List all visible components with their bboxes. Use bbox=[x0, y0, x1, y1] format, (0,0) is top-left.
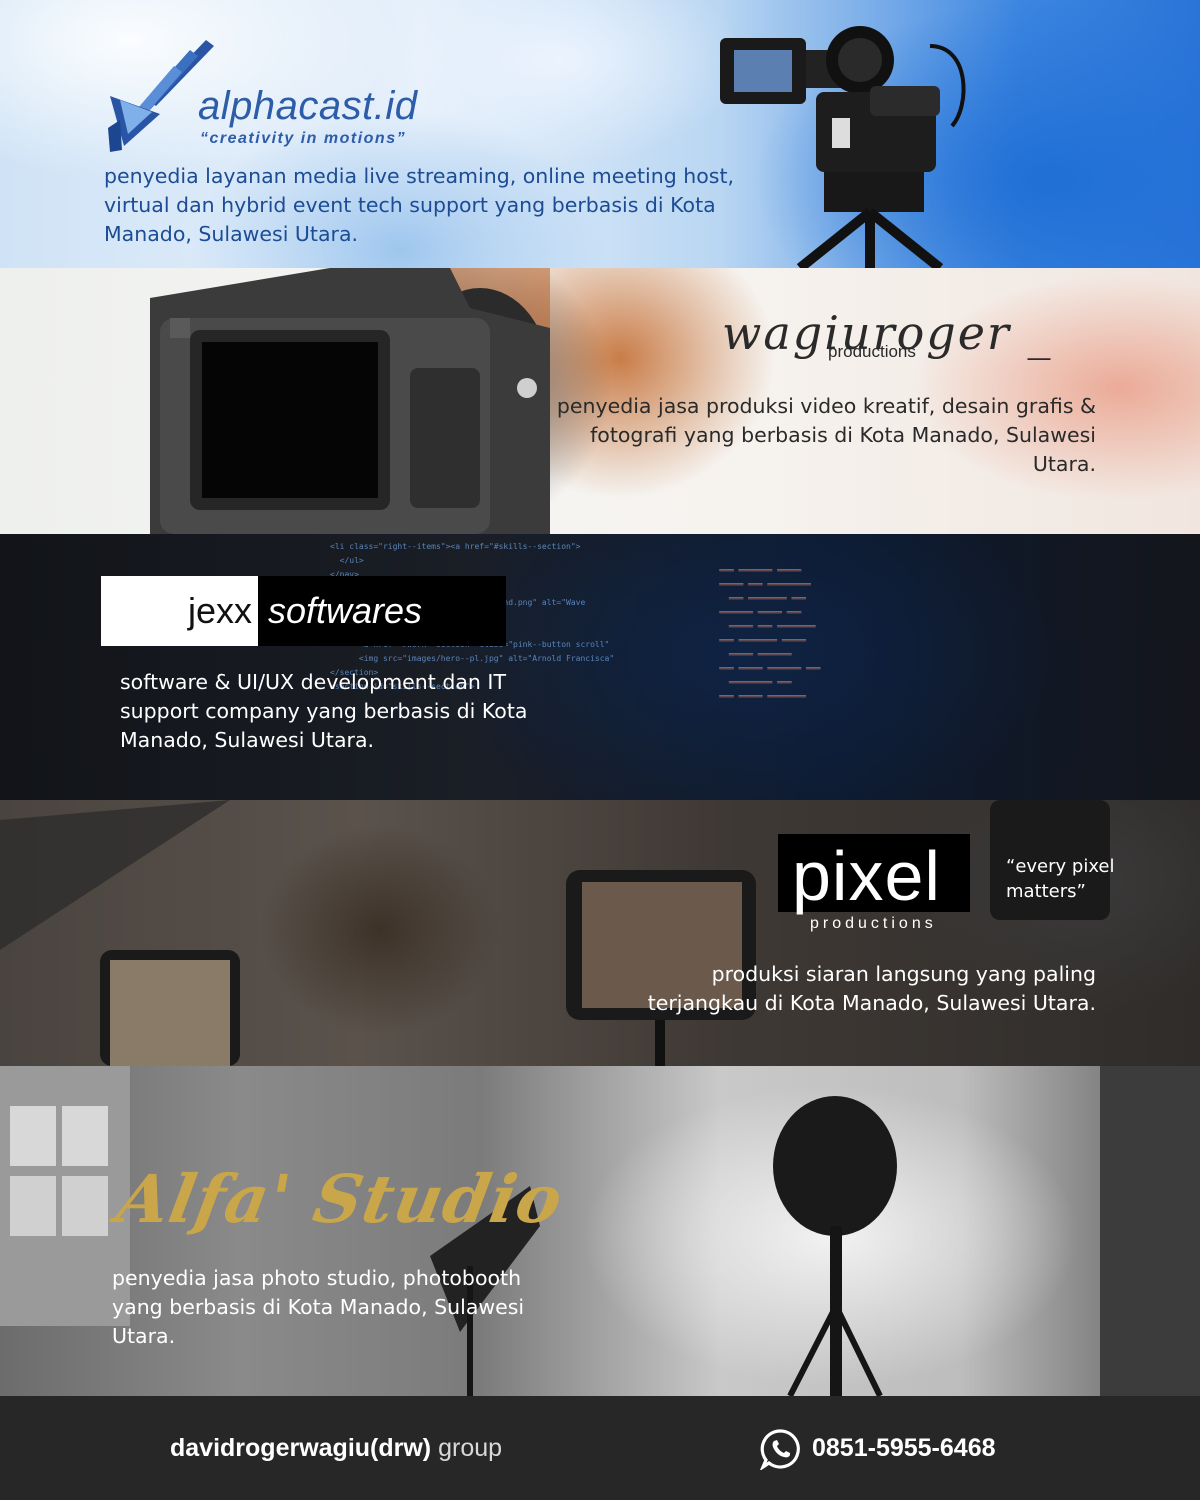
jexx-logo-part2: softwares bbox=[268, 590, 423, 631]
wagiuroger-logo-sub: productions bbox=[828, 342, 916, 361]
jexx-description: software & UI/UX development dan IT supp… bbox=[120, 670, 528, 752]
pixel-panel bbox=[0, 800, 1200, 1066]
alfa-studio-logo-text: Alfa' Studio bbox=[111, 1160, 569, 1238]
jexx-logo-part1: jexx bbox=[187, 590, 252, 631]
alphacast-description: penyedia layanan media live streaming, o… bbox=[104, 164, 735, 246]
footer-phone[interactable]: 0851-5955-6468 bbox=[812, 1434, 996, 1463]
footer-brand-bold: davidrogerwagiu(drw) bbox=[170, 1434, 432, 1462]
alphacast-tagline: “creativity in motions” bbox=[200, 130, 407, 147]
photo-camera-icon bbox=[150, 268, 550, 534]
jexx-logo: jexx softwares bbox=[101, 576, 506, 646]
pixel-logo-text: pixel bbox=[792, 837, 941, 915]
alfa-studio-description: penyedia jasa photo studio, photobooth y… bbox=[112, 1266, 525, 1348]
pixel-quote: “every pixel matters” bbox=[1006, 856, 1115, 902]
pixel-description: produksi siaran langsung yang paling ter… bbox=[647, 962, 1096, 1015]
alphacast-logo-text: alphacast.id bbox=[198, 84, 418, 128]
video-camera-icon bbox=[720, 26, 966, 268]
wagiuroger-description: penyedia jasa produksi video kreatif, de… bbox=[556, 394, 1096, 476]
pixel-logo-sub: productions bbox=[810, 915, 937, 932]
smartphone-rig-icon bbox=[0, 800, 1110, 1066]
footer-brand: davidrogerwagiu(drw) group bbox=[170, 1434, 502, 1463]
jexx-panel: <li class="right--items"><a href="#skill… bbox=[0, 534, 1200, 800]
footer-brand-light: group bbox=[438, 1434, 503, 1462]
whatsapp-icon bbox=[760, 1429, 800, 1470]
